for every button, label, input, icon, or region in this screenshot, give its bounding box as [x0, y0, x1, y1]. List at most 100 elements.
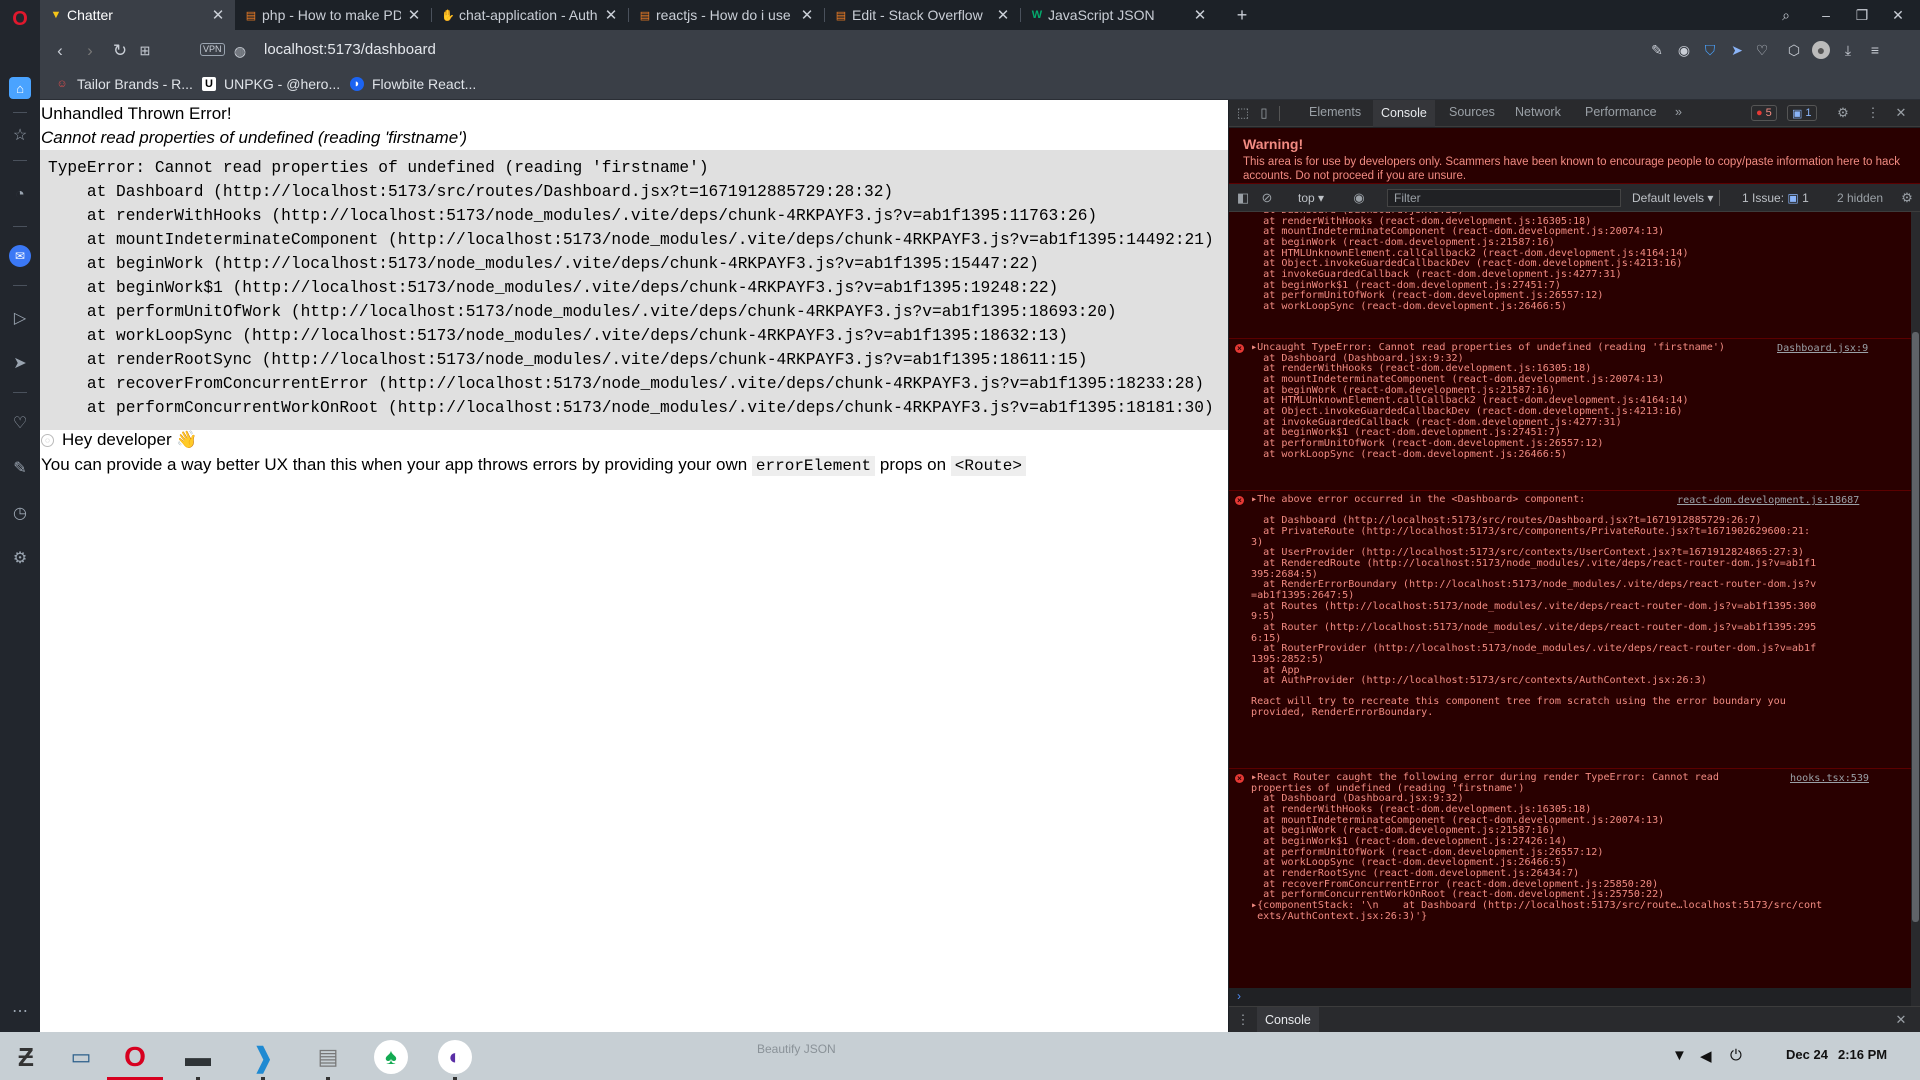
- live-expression-eye-icon[interactable]: ◉: [1351, 190, 1367, 206]
- message-source-link[interactable]: Dashboard.jsx:9: [1777, 343, 1868, 354]
- search-tabs-icon[interactable]: ⌕: [1774, 4, 1798, 26]
- taskbar: Ƶ ▭ O ▬ ❱ ▤ ♠ ◐ Beautify JSON ▼ ◀ ⏻ Dec …: [0, 1032, 1920, 1080]
- tab-edit-stackoverflow[interactable]: ▤ Edit - Stack Overflow ✕: [825, 0, 1020, 30]
- bookmark-heart-icon[interactable]: ♡: [1753, 41, 1771, 59]
- vscode-app-icon[interactable]: ❱: [246, 1040, 280, 1074]
- error-element-code: errorElement: [751, 456, 876, 476]
- minimize-icon[interactable]: –: [1814, 4, 1838, 26]
- device-toggle-icon[interactable]: ▯: [1256, 105, 1272, 121]
- console-error-message[interactable]: × ▸React Router caught the following err…: [1229, 768, 1911, 988]
- devtools-menu-icon[interactable]: ⋮: [1865, 105, 1881, 121]
- home-icon[interactable]: ⌂: [9, 77, 31, 99]
- tab-performance[interactable]: Performance: [1585, 105, 1657, 119]
- zorin-menu-icon[interactable]: Ƶ: [9, 1040, 43, 1074]
- flow-send-icon[interactable]: ➤: [1728, 41, 1746, 59]
- devtools-panel: ⬚ ▯ Elements Console Sources Network Per…: [1229, 100, 1920, 1032]
- bookmark-unpkg[interactable]: U UNPKG - @hero...: [202, 76, 340, 92]
- messenger-icon[interactable]: ✉: [9, 245, 31, 267]
- more-tabs-button[interactable]: »: [1675, 105, 1682, 119]
- close-tab-icon[interactable]: ✕: [604, 6, 618, 24]
- context-select[interactable]: top ▾: [1298, 191, 1324, 205]
- close-tab-icon[interactable]: ✕: [1193, 6, 1207, 24]
- bookmark-flowbite[interactable]: ◗ Flowbite React...: [350, 76, 476, 92]
- tab-chatter[interactable]: ▼ Chatter ✕: [40, 0, 235, 30]
- tab-elements[interactable]: Elements: [1309, 105, 1361, 119]
- tab-javascript-json[interactable]: W JavaScript JSON ✕: [1021, 0, 1217, 30]
- console-error-message[interactable]: × ▸The above error occurred in the <Dash…: [1229, 490, 1911, 768]
- tab-snapshot-icon[interactable]: ⊞: [134, 40, 156, 62]
- clock-time[interactable]: 2:16 PM: [1838, 1047, 1887, 1062]
- tab-reactjs[interactable]: ▤ reactjs - How do i use ✕: [629, 0, 824, 30]
- url-field[interactable]: localhost:5173/dashboard: [264, 41, 436, 58]
- clear-console-icon[interactable]: ⊘: [1259, 190, 1275, 206]
- settings-icon[interactable]: ⚙: [9, 547, 31, 569]
- adblock-shield-icon[interactable]: ⛉: [1701, 41, 1719, 59]
- back-icon[interactable]: ‹: [49, 40, 71, 62]
- drawer-menu-icon[interactable]: ⋮: [1235, 1012, 1251, 1028]
- player-icon[interactable]: ▷: [9, 307, 31, 329]
- mongodb-compass-icon[interactable]: ♠: [374, 1040, 408, 1074]
- bookmark-tailor-brands[interactable]: ☺ Tailor Brands - R...: [55, 76, 193, 92]
- send-icon[interactable]: ➤: [9, 352, 31, 374]
- scrollbar-thumb[interactable]: [1912, 332, 1919, 922]
- opera-logo-icon[interactable]: O: [9, 8, 31, 30]
- heart-icon[interactable]: ♡: [9, 412, 31, 434]
- error-count-badge[interactable]: ● 5: [1751, 105, 1777, 121]
- info-count-badge[interactable]: ▣ 1: [1787, 105, 1817, 121]
- close-tab-icon[interactable]: ✕: [996, 6, 1010, 24]
- devtools-close-icon[interactable]: ✕: [1893, 105, 1909, 121]
- tab-strip: ▼ Chatter ✕ ▤ php - How to make PD ✕ ✋ c…: [40, 0, 1920, 30]
- clock-date[interactable]: Dec 24: [1786, 1047, 1828, 1062]
- tab-network[interactable]: Network: [1515, 105, 1561, 119]
- drawer-tab-console[interactable]: Console: [1257, 1007, 1319, 1032]
- close-tab-icon[interactable]: ✕: [800, 6, 814, 24]
- console-settings-icon[interactable]: ⚙: [1899, 190, 1915, 206]
- sidebar-toggle-icon[interactable]: ◧: [1235, 190, 1251, 206]
- easy-setup-menu-icon[interactable]: ≡: [1866, 41, 1884, 59]
- tab-chat-application[interactable]: ✋ chat-application - Auth ✕: [432, 0, 628, 30]
- console-scrollbar[interactable]: [1911, 212, 1920, 1006]
- message-source-link[interactable]: hooks.tsx:539: [1790, 773, 1869, 784]
- restore-icon[interactable]: ❐: [1850, 4, 1874, 26]
- more-icon[interactable]: ⋯: [9, 1000, 31, 1022]
- snapshot-icon[interactable]: ◉: [1675, 41, 1693, 59]
- profile-avatar-icon[interactable]: ●: [1812, 41, 1830, 59]
- drawer-close-icon[interactable]: ✕: [1893, 1012, 1909, 1028]
- devtools-settings-icon[interactable]: ⚙: [1835, 105, 1851, 121]
- vpn-badge[interactable]: VPN: [200, 43, 225, 56]
- edit-url-icon[interactable]: ✎: [1648, 41, 1666, 59]
- volume-icon[interactable]: ◀: [1700, 1047, 1712, 1065]
- tab-sources[interactable]: Sources: [1449, 105, 1495, 119]
- wifi-icon[interactable]: ▼: [1672, 1047, 1687, 1064]
- message-source-link[interactable]: react-dom.development.js:18687: [1677, 495, 1859, 506]
- tab-title: reactjs - How do i use: [656, 7, 791, 23]
- tab-console[interactable]: Console: [1373, 100, 1435, 127]
- new-tab-icon[interactable]: +: [1230, 4, 1254, 26]
- history-icon[interactable]: ◷: [9, 502, 31, 524]
- close-tab-icon[interactable]: ✕: [407, 6, 421, 24]
- reload-icon[interactable]: ↻: [109, 40, 131, 62]
- download-icon[interactable]: ⤓: [1839, 41, 1857, 59]
- console-filter-input[interactable]: Filter: [1387, 189, 1621, 207]
- site-info-icon[interactable]: ◍: [229, 40, 251, 62]
- edit-icon[interactable]: ✎: [9, 457, 31, 479]
- tab-php-pdf[interactable]: ▤ php - How to make PD ✕: [235, 0, 431, 30]
- console-error-message[interactable]: × ▸Uncaught TypeError: Cannot read prope…: [1229, 338, 1911, 490]
- inspect-element-icon[interactable]: ⬚: [1235, 105, 1251, 121]
- close-window-icon[interactable]: ✕: [1886, 4, 1910, 26]
- extensions-cube-icon[interactable]: ⬡: [1785, 41, 1803, 59]
- workspaces-icon[interactable]: ▭: [64, 1040, 98, 1074]
- forward-icon[interactable]: ›: [79, 40, 101, 62]
- whatsapp-icon[interactable]: ◔: [9, 184, 31, 206]
- console-error-message[interactable]: at Dashboard (Dashboard.jsx:9:32) at ren…: [1229, 212, 1911, 338]
- files-app-icon[interactable]: ▤: [311, 1040, 345, 1074]
- insomnia-app-icon[interactable]: ◐: [438, 1040, 472, 1074]
- issues-button[interactable]: 1 Issue: ▣ 1: [1742, 191, 1809, 205]
- opera-app-icon[interactable]: O: [118, 1040, 152, 1074]
- console-prompt[interactable]: ›: [1229, 988, 1911, 1006]
- close-tab-icon[interactable]: ✕: [211, 6, 225, 24]
- terminal-app-icon[interactable]: ▬: [181, 1040, 215, 1074]
- log-levels-select[interactable]: Default levels ▾: [1632, 191, 1713, 205]
- power-icon[interactable]: ⏻: [1730, 1047, 1742, 1064]
- speed-dial-icon[interactable]: ☆: [9, 124, 31, 146]
